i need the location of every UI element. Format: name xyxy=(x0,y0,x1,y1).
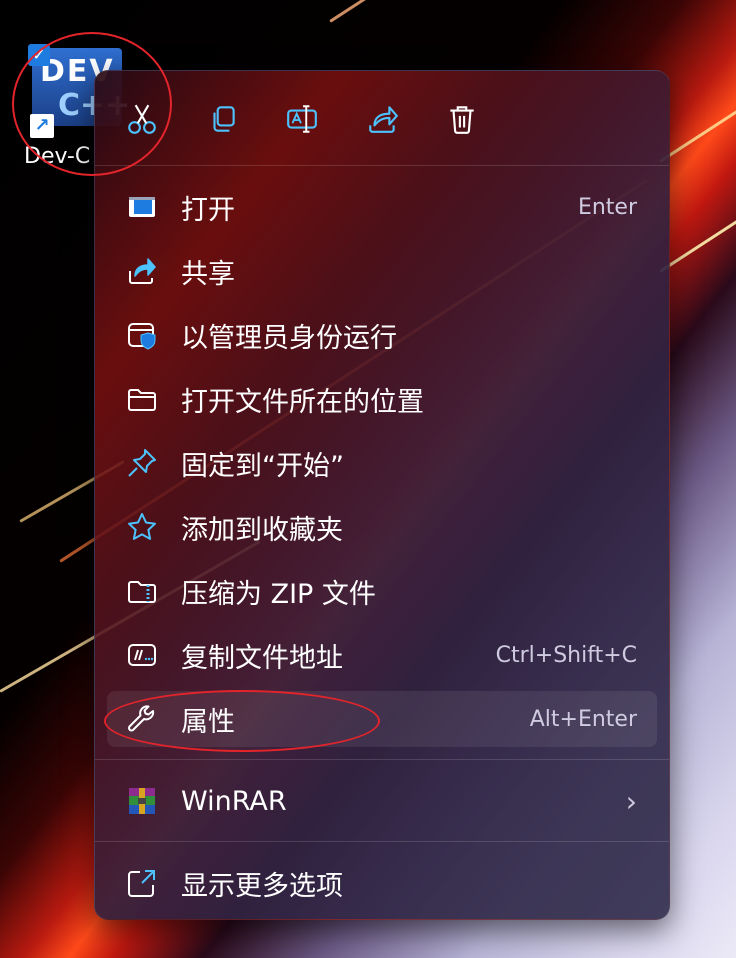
zip-folder-icon xyxy=(125,574,159,608)
separator xyxy=(95,841,669,842)
star-icon xyxy=(125,510,159,544)
pin-icon xyxy=(125,446,159,480)
menu-item-label: WinRAR xyxy=(181,785,287,817)
menu-item-label: 共享 xyxy=(181,258,235,290)
chevron-right-icon: › xyxy=(625,784,637,818)
menu-item-winrar[interactable]: WinRAR › xyxy=(107,773,657,829)
menu-item-compress-zip[interactable]: 压缩为 ZIP 文件 xyxy=(107,563,657,619)
app-window-icon xyxy=(125,190,159,224)
more-options-icon xyxy=(125,866,159,900)
menu-item-label: 添加到收藏夹 xyxy=(181,514,343,546)
menu-item-label: 以管理员身份运行 xyxy=(181,322,397,354)
cut-button[interactable] xyxy=(118,95,166,143)
separator xyxy=(95,165,669,166)
copy-path-icon xyxy=(125,638,159,672)
share-icon xyxy=(125,254,159,288)
cut-icon xyxy=(128,104,156,134)
folder-icon xyxy=(125,382,159,416)
menu-item-add-favorites[interactable]: 添加到收藏夹 xyxy=(107,499,657,555)
share-button[interactable] xyxy=(359,95,407,143)
menu-item-label: 固定到“开始” xyxy=(181,450,344,482)
menu-item-label: 压缩为 ZIP 文件 xyxy=(181,578,376,610)
menu-item-open-location[interactable]: 打开文件所在的位置 xyxy=(107,371,657,427)
desktop-icon-label: Dev-C xyxy=(24,144,91,169)
menu-item-open[interactable]: 打开 Enter xyxy=(107,179,657,235)
wrench-icon xyxy=(125,702,159,736)
menu-item-shortcut: Alt+Enter xyxy=(529,706,637,732)
menu-item-shortcut: Enter xyxy=(577,194,637,220)
menu-item-label: 打开文件所在的位置 xyxy=(181,386,424,418)
menu-item-label: 属性 xyxy=(181,706,235,738)
separator xyxy=(95,759,669,760)
share-icon xyxy=(369,106,398,133)
menu-item-label: 复制文件地址 xyxy=(181,642,343,674)
rename-button[interactable] xyxy=(278,95,326,143)
menu-item-label: 显示更多选项 xyxy=(181,870,343,902)
checkbox-icon[interactable]: ✓ xyxy=(28,44,50,66)
context-toolbar xyxy=(95,71,669,165)
menu-item-properties[interactable]: 属性 Alt+Enter xyxy=(107,691,657,747)
copy-icon xyxy=(213,106,235,132)
shield-window-icon xyxy=(125,318,159,352)
menu-item-shortcut: Ctrl+Shift+C xyxy=(495,642,637,668)
delete-button[interactable] xyxy=(438,95,486,143)
shortcut-arrow-icon: ↗ xyxy=(30,114,54,138)
menu-item-show-more-options[interactable]: 显示更多选项 xyxy=(107,855,657,911)
context-menu: 打开 Enter 共享 以管理员身份运行 打开文件所在的位置 固定到“开始” 添… xyxy=(94,70,670,920)
copy-button[interactable] xyxy=(199,95,247,143)
delete-icon xyxy=(450,106,474,134)
menu-item-pin-to-start[interactable]: 固定到“开始” xyxy=(107,435,657,491)
rename-icon xyxy=(287,105,317,133)
menu-item-share[interactable]: 共享 xyxy=(107,243,657,299)
menu-item-label: 打开 xyxy=(181,194,235,226)
winrar-icon xyxy=(125,784,159,818)
menu-item-run-as-admin[interactable]: 以管理员身份运行 xyxy=(107,307,657,363)
menu-item-copy-path[interactable]: 复制文件地址 Ctrl+Shift+C xyxy=(107,627,657,683)
